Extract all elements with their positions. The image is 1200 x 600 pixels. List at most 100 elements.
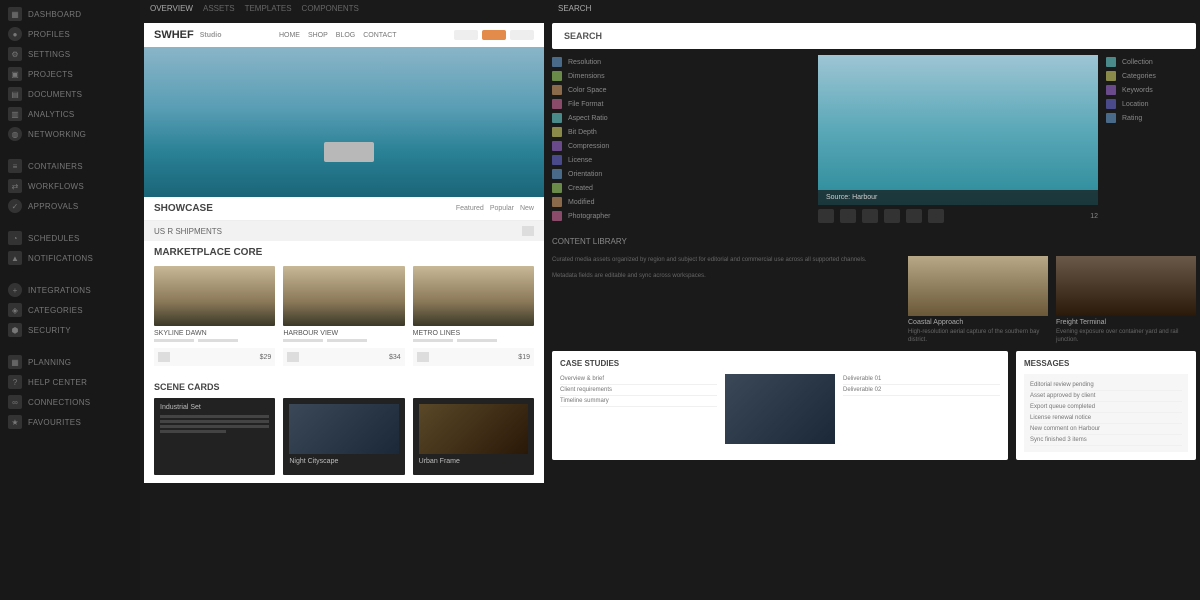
filter-toggle[interactable] [522, 226, 534, 236]
detail-item[interactable]: Rating [1106, 111, 1196, 125]
detail-item[interactable]: Keywords [1106, 83, 1196, 97]
sidebar-item-favourites[interactable]: ★Favourites [0, 412, 140, 432]
action-crop[interactable] [840, 209, 856, 223]
detail-item[interactable]: Categories [1106, 69, 1196, 83]
sidebar-item-projects[interactable]: ▣Projects [0, 64, 140, 84]
detail-item[interactable]: Resolution [552, 55, 810, 69]
tab-search[interactable]: Search [558, 4, 591, 13]
product-price: $19 [518, 354, 530, 361]
detail-item[interactable]: Aspect Ratio [552, 111, 810, 125]
tab-overview[interactable]: Overview [150, 4, 193, 13]
sidebar-item-workflows[interactable]: ⇄Workflows [0, 176, 140, 196]
panel-title: Case Studies [560, 359, 1000, 368]
swatch-icon [552, 211, 562, 221]
list-item[interactable]: Deliverable 01 [843, 374, 1000, 385]
sidebar-item-profiles[interactable]: ●Profiles [0, 24, 140, 44]
sidebar-item-approvals[interactable]: ✓Approvals [0, 196, 140, 216]
detail-item[interactable]: Modified [552, 195, 810, 209]
swatch-icon [552, 71, 562, 81]
library-card-meta: Evening exposure over container yard and… [1056, 328, 1196, 345]
list-item[interactable]: Deliverable 02 [843, 385, 1000, 396]
sidebar-item-integrations[interactable]: +Integrations [0, 280, 140, 300]
product-price: $29 [260, 354, 272, 361]
detail-item[interactable]: Color Space [552, 83, 810, 97]
sidebar-item-dashboard[interactable]: ▦Dashboard [0, 4, 140, 24]
sidebar-item-notifications[interactable]: ▲Notifications [0, 248, 140, 268]
add-icon[interactable] [417, 352, 429, 362]
list-item[interactable]: Timeline summary [560, 396, 717, 407]
sidebar-item-security[interactable]: ⬢Security [0, 320, 140, 340]
sidebar-item-containers[interactable]: ≡Containers [0, 156, 140, 176]
link-new[interactable]: New [520, 205, 534, 212]
library-card[interactable]: Coastal Approach High-resolution aerial … [908, 256, 1048, 345]
nav-home[interactable]: Home [279, 32, 300, 39]
detail-item[interactable]: Bit Depth [552, 125, 810, 139]
sidebar-label: Integrations [28, 286, 91, 295]
action-edit[interactable] [818, 209, 834, 223]
sidebar-item-analytics[interactable]: ▥Analytics [0, 104, 140, 124]
message-item[interactable]: Sync finished 3 items [1030, 435, 1182, 446]
detail-item[interactable]: Compression [552, 139, 810, 153]
detail-item[interactable]: Location [1106, 97, 1196, 111]
sidebar-item-planning[interactable]: ▦Planning [0, 352, 140, 372]
scene-card[interactable]: Industrial Set [154, 398, 275, 475]
scene-card[interactable]: Urban Frame [413, 398, 534, 475]
tab-templates[interactable]: Templates [245, 4, 292, 13]
search-bar[interactable]: Search [552, 23, 1196, 49]
add-icon[interactable] [287, 352, 299, 362]
sidebar-item-schedules[interactable]: ◔Schedules [0, 228, 140, 248]
message-item[interactable]: Asset approved by client [1030, 391, 1182, 402]
detail-item[interactable]: Photographer [552, 209, 810, 223]
detail-item[interactable]: Dimensions [552, 69, 810, 83]
product-foot: $29 [154, 348, 275, 366]
message-item[interactable]: Export queue completed [1030, 402, 1182, 413]
action-delete[interactable] [928, 209, 944, 223]
scene-card[interactable]: Night Cityscape [283, 398, 404, 475]
message-item[interactable]: License renewal notice [1030, 413, 1182, 424]
tab-assets[interactable]: Assets [203, 4, 235, 13]
detail-text: Keywords [1122, 87, 1153, 94]
product-card[interactable]: Skyline Dawn $29 [154, 266, 275, 366]
panel-messages: Messages Editorial review pending Asset … [1016, 351, 1196, 460]
detail-item[interactable]: Collection [1106, 55, 1196, 69]
nav-shop[interactable]: Shop [308, 32, 328, 39]
right-tabs: Search [552, 0, 1196, 17]
menu-pill[interactable] [510, 30, 534, 40]
action-download[interactable] [884, 209, 900, 223]
sidebar-item-networking[interactable]: ◍Networking [0, 124, 140, 144]
sidebar-label: Security [28, 326, 71, 335]
sidebar-item-connections[interactable]: ∞Connections [0, 392, 140, 412]
detail-item[interactable]: Created [552, 181, 810, 195]
cta-button[interactable] [482, 30, 506, 40]
nav-blog[interactable]: Blog [336, 32, 355, 39]
calendar-icon: ▦ [8, 355, 22, 369]
message-item[interactable]: New comment on Harbour [1030, 424, 1182, 435]
swatch-icon [1106, 85, 1116, 95]
library-card[interactable]: Freight Terminal Evening exposure over c… [1056, 256, 1196, 345]
add-icon[interactable] [158, 352, 170, 362]
action-tag[interactable] [862, 209, 878, 223]
link-featured[interactable]: Featured [456, 205, 484, 212]
product-card[interactable]: Harbour View $34 [283, 266, 404, 366]
product-card[interactable]: Metro Lines $19 [413, 266, 534, 366]
detail-item[interactable]: File Format [552, 97, 810, 111]
tab-components[interactable]: Components [302, 4, 359, 13]
message-item[interactable]: Editorial review pending [1030, 380, 1182, 391]
sidebar-item-categories[interactable]: ◈Categories [0, 300, 140, 320]
sidebar-item-help[interactable]: ?Help Center [0, 372, 140, 392]
list-item[interactable]: Overview & brief [560, 374, 717, 385]
sidebar-item-settings[interactable]: ⚙Settings [0, 44, 140, 64]
nav-contact[interactable]: Contact [363, 32, 396, 39]
list-item[interactable]: Client requirements [560, 385, 717, 396]
sidebar-item-documents[interactable]: ▤Documents [0, 84, 140, 104]
search-pill[interactable] [454, 30, 478, 40]
product-foot: $34 [283, 348, 404, 366]
tag-icon: ◈ [8, 303, 22, 317]
action-share[interactable] [906, 209, 922, 223]
sidebar-label: Profiles [28, 30, 70, 39]
link-popular[interactable]: Popular [490, 205, 514, 212]
grid-icon: ▦ [8, 7, 22, 21]
detail-text: Photographer [568, 213, 610, 220]
detail-item[interactable]: Orientation [552, 167, 810, 181]
detail-item[interactable]: License [552, 153, 810, 167]
